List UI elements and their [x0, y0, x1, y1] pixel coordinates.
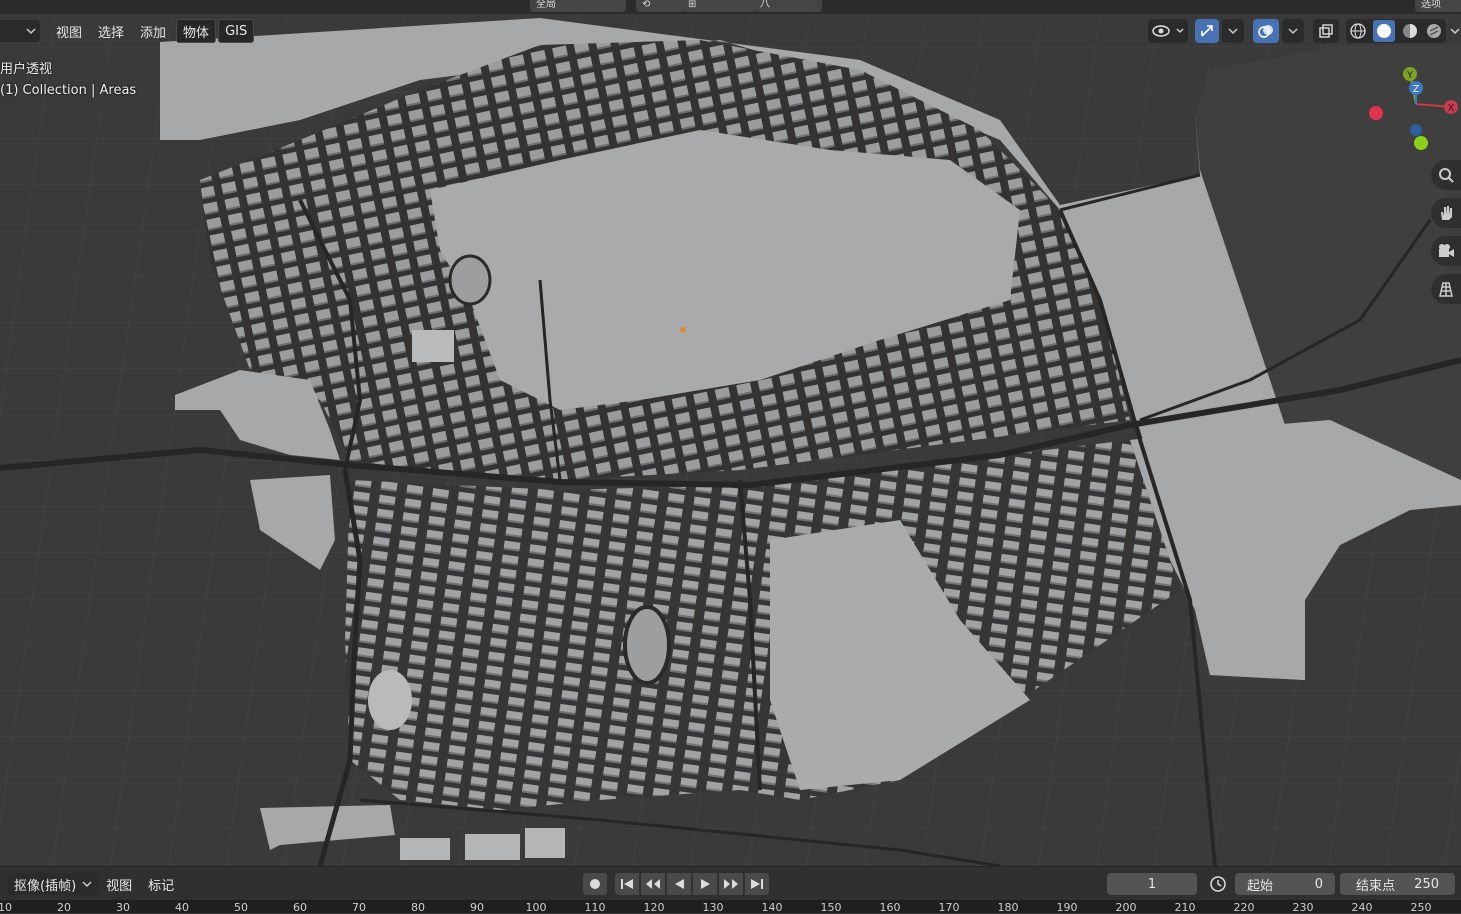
ruler-tick: 30 [116, 901, 130, 914]
solid-shading-icon[interactable] [1373, 20, 1395, 42]
ruler-tick: 70 [352, 901, 366, 914]
wireframe-shading-icon[interactable] [1349, 22, 1367, 40]
ruler-tick: 140 [761, 901, 783, 914]
chevron-down-icon [82, 881, 92, 888]
collection-label: (1) Collection | Areas [0, 83, 137, 98]
transform-orientation-dropdown[interactable]: 全局 [530, 0, 626, 12]
viewport-menubar: 视图 选择 添加 物体 GIS [0, 18, 255, 44]
play-reverse-button[interactable] [667, 873, 691, 895]
ruler-tick: 130 [702, 901, 724, 914]
gizmo-x-label: X [1448, 103, 1455, 114]
ruler-tick: 250 [1410, 901, 1432, 914]
menu-add[interactable]: 添加 [132, 20, 174, 42]
city-model-scene[interactable] [0, 0, 1461, 866]
ruler-tick: 220 [1233, 901, 1255, 914]
ruler-tick: 200 [1115, 901, 1137, 914]
overlay-dropdown[interactable] [1282, 19, 1304, 43]
ruler-tick: 230 [1292, 901, 1314, 914]
ruler-tick: 60 [293, 901, 307, 914]
ruler-tick: 190 [1056, 901, 1078, 914]
ruler-tick: 170 [938, 901, 960, 914]
start-frame-label: 起始 [1247, 878, 1274, 894]
material-shading-icon[interactable] [1401, 22, 1419, 40]
timeline-menu-view[interactable]: 视图 [98, 875, 140, 894]
snap-dropdown[interactable]: ⊞ [682, 0, 756, 12]
mode-dropdown[interactable] [0, 20, 40, 42]
camera-icon[interactable] [1431, 236, 1461, 266]
shading-dropdown[interactable] [1449, 19, 1461, 43]
play-button[interactable] [693, 873, 717, 895]
start-frame-value: 0 [1314, 876, 1323, 892]
xray-icon[interactable] [1313, 19, 1339, 43]
ruler-tick: 150 [820, 901, 842, 914]
zoom-icon[interactable] [1431, 160, 1461, 190]
gizmo-toggle-icon[interactable] [1195, 19, 1219, 43]
end-frame-value: 250 [1414, 876, 1439, 892]
current-frame-value: 1 [1147, 876, 1157, 892]
stadium-track [623, 605, 671, 685]
ruler-tick: 210 [1174, 901, 1196, 914]
navigation-gizmo[interactable]: X Y Z [1362, 60, 1461, 160]
timeline-header: 抠像(插帧) 视图 标记 1 起始 0 结束点 250 [0, 866, 1461, 901]
pivot-dropdown[interactable]: ⟲ [636, 0, 684, 12]
ruler-tick: 100 [525, 901, 547, 914]
ruler-tick: 120 [643, 901, 665, 914]
ruler-tick: 240 [1351, 901, 1373, 914]
origin-point [680, 327, 686, 333]
menu-gis[interactable]: GIS [218, 19, 255, 43]
ruler-tick: 160 [879, 901, 901, 914]
keying-label: 抠像(插帧) [14, 878, 77, 894]
options-menu[interactable]: 选项 [1415, 0, 1461, 12]
viewport-navigation [1431, 160, 1461, 312]
next-keyframe-button[interactable] [719, 873, 743, 895]
ruler-tick: 40 [175, 901, 189, 914]
prev-keyframe-button[interactable] [641, 873, 665, 895]
jump-end-button[interactable] [745, 873, 769, 895]
menu-object[interactable]: 物体 [176, 19, 217, 43]
ruler-tick: 110 [584, 901, 606, 914]
viewport-header-right [1148, 17, 1461, 45]
top-header-strip: 全局 ⟲ ⊞ 八 选项 [0, 0, 1461, 14]
gizmo-dropdown[interactable] [1222, 19, 1244, 43]
menu-view[interactable]: 视图 [48, 20, 90, 42]
playback-controls [583, 873, 769, 895]
start-frame-field[interactable]: 起始 0 [1235, 873, 1335, 895]
3d-viewport[interactable]: X Y Z [0, 0, 1461, 866]
gizmo-y-label: Y [1406, 70, 1414, 81]
ruler-tick: 10 [0, 901, 12, 914]
frame-ruler[interactable]: 10 20 30 40 50 60 70 80 90 100 110 120 1… [0, 900, 1461, 914]
visibility-icon[interactable] [1148, 19, 1188, 43]
menu-select[interactable]: 选择 [90, 20, 132, 42]
shading-modes [1346, 19, 1446, 43]
clock-icon[interactable] [1205, 873, 1231, 895]
hand-pan-icon[interactable] [1431, 198, 1461, 228]
ruler-tick: 50 [234, 901, 248, 914]
grid-ortho-icon[interactable] [1431, 274, 1461, 304]
keying-dropdown[interactable]: 抠像(插帧) [8, 873, 99, 895]
rendered-shading-icon[interactable] [1425, 22, 1443, 40]
gizmo-z-label: Z [1413, 84, 1420, 95]
ruler-tick: 90 [470, 901, 484, 914]
ruler-tick: 180 [997, 901, 1019, 914]
ruler-tick: 80 [411, 901, 425, 914]
jump-start-button[interactable] [615, 873, 639, 895]
current-frame-field[interactable]: 1 [1107, 873, 1197, 895]
end-frame-field[interactable]: 结束点 250 [1340, 873, 1455, 895]
overlay-icon[interactable] [1253, 19, 1279, 43]
timeline-menu-marker[interactable]: 标记 [140, 875, 182, 894]
ruler-tick: 20 [57, 901, 71, 914]
end-frame-label: 结束点 [1356, 878, 1396, 894]
proportional-edit-dropdown[interactable]: 八 [754, 0, 822, 12]
record-button[interactable] [583, 873, 607, 895]
view-name-label: 用户透视 [0, 62, 53, 77]
